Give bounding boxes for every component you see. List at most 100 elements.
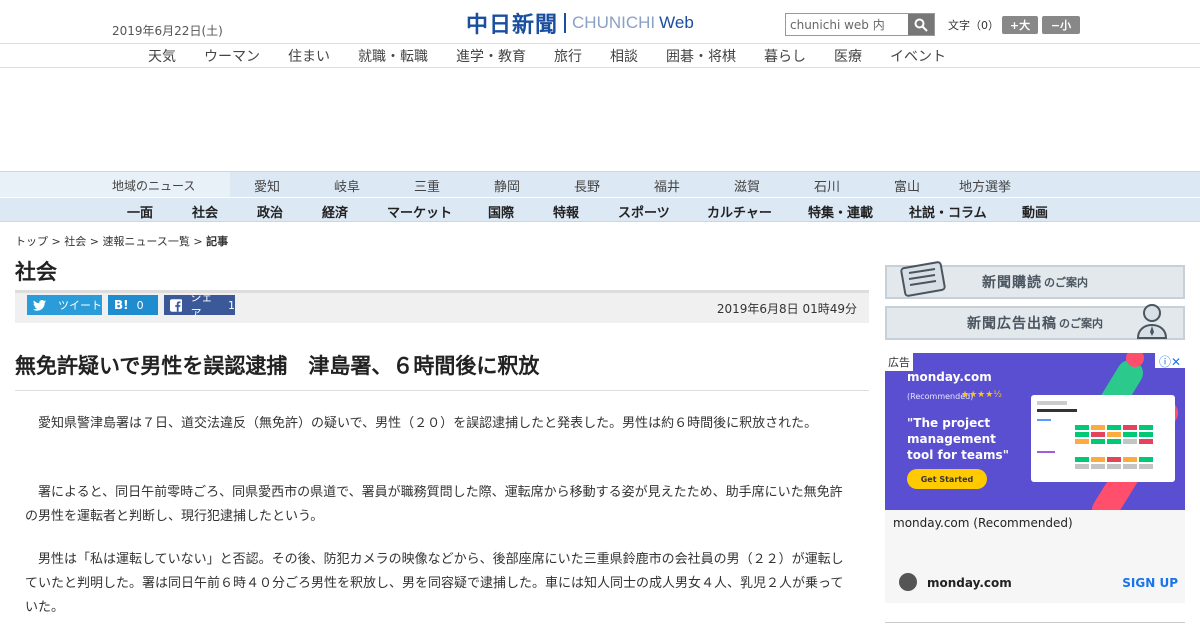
region-item-ishikawa[interactable]: 石川 <box>814 176 840 195</box>
category-item-front[interactable]: 一面 <box>127 202 153 221</box>
headline-divider <box>15 390 869 391</box>
topnav-item-living[interactable]: 暮らし <box>764 46 806 66</box>
region-label: 地域のニュース <box>112 179 196 193</box>
person-icon <box>1136 304 1168 339</box>
logo-separator <box>564 13 567 33</box>
font-size-label: 文字（0） <box>948 19 999 32</box>
region-item-shiga[interactable]: 滋賀 <box>734 176 760 195</box>
breadcrumb-item-society[interactable]: 社会 <box>64 235 86 248</box>
region-item-gifu[interactable]: 岐阜 <box>334 176 360 195</box>
category-item-tokuho[interactable]: 特報 <box>553 202 579 221</box>
article-paragraph: 男性は「私は運転していない」と否認。その後、防犯カメラの映像などから、後部座席に… <box>25 552 844 615</box>
logo-web-text: Web <box>659 13 694 32</box>
logo-jp-text: 中日新聞 <box>466 12 559 38</box>
top-nav: 天気 ウーマン 住まい 就職・転職 進学・教育 旅行 相談 囲碁・将棋 暮らし … <box>0 43 1200 68</box>
category-item-features[interactable]: 特集・連載 <box>808 202 873 221</box>
advertising-banner-subtitle: のご案内 <box>1059 317 1103 330</box>
font-larger-button[interactable]: +大 <box>1002 16 1038 34</box>
topnav-item-education[interactable]: 進学・教育 <box>456 46 526 66</box>
published-date: 2019年6月8日 01時49分 <box>716 302 857 316</box>
advertising-banner-title: 新聞広告出稿 <box>967 316 1057 332</box>
logo-en-text: CHUNICHI <box>572 13 656 32</box>
ad-get-started-button[interactable]: Get Started <box>907 469 987 489</box>
region-nav: 地域のニュース 愛知 岐阜 三重 静岡 長野 福井 滋賀 石川 富山 地方選挙 <box>0 171 1200 198</box>
region-label-box: 地域のニュース <box>0 172 230 197</box>
hatena-icon: B! <box>114 298 129 312</box>
subscription-banner[interactable]: 新聞購読 のご案内 <box>885 261 1185 299</box>
category-item-culture[interactable]: カルチャー <box>707 202 772 221</box>
hatena-count: 0 <box>136 298 144 312</box>
category-item-video[interactable]: 動画 <box>1022 202 1048 221</box>
site-logo[interactable]: 中日新聞 CHUNICHI Web <box>466 10 694 38</box>
board-table-illustration <box>1037 401 1153 469</box>
subscription-banner-title: 新聞購読 <box>982 275 1042 291</box>
ad-domain[interactable]: monday.com <box>927 576 1012 590</box>
category-item-market[interactable]: マーケット <box>387 202 452 221</box>
sidebar-divider <box>885 622 1185 623</box>
topnav-item-go-shogi[interactable]: 囲碁・将棋 <box>666 46 736 66</box>
category-item-economy[interactable]: 経済 <box>322 202 348 221</box>
breadcrumb-current: 記事 <box>206 235 229 248</box>
article-paragraph: 愛知県警津島署は７日、道交法違反（無免許）の疑いで、男性（２０）を誤認逮捕したと… <box>38 416 818 431</box>
current-date: 2019年6月22日(土) <box>112 24 223 38</box>
sponsored-ad[interactable]: monday.com (Recommended) ★★★★½ "The proj… <box>885 353 1185 603</box>
ad-signup-button[interactable]: SIGN UP <box>1122 576 1178 590</box>
breadcrumb-item-news-list[interactable]: 速報ニュース一覧 <box>102 235 189 248</box>
topnav-item-housing[interactable]: 住まい <box>288 46 330 66</box>
advertising-banner[interactable]: 新聞広告出稿 のご案内 <box>885 304 1185 340</box>
hatena-bookmark-button[interactable]: B! 0 <box>108 295 158 315</box>
region-item-fukui[interactable]: 福井 <box>654 176 680 195</box>
search-input[interactable] <box>786 14 908 35</box>
ad-caption[interactable]: monday.com (Recommended) <box>893 516 1073 530</box>
article-paragraph: 署によると、同日午前零時ごろ、同県愛西市の県道で、署員が職務質問した際、運転席か… <box>25 485 843 524</box>
category-item-sports[interactable]: スポーツ <box>618 202 670 221</box>
subscription-banner-subtitle: のご案内 <box>1044 276 1088 289</box>
facebook-share-label: シェア <box>190 291 213 320</box>
category-item-society[interactable]: 社会 <box>192 202 218 221</box>
article-headline: 無免許疑いで男性を誤認逮捕 津島署、６時間後に釈放 <box>15 354 540 378</box>
breadcrumb: トップ > 社会 > 速報ニュース一覧 > 記事 <box>15 233 228 249</box>
topnav-item-travel[interactable]: 旅行 <box>554 46 582 66</box>
breadcrumb-separator: > <box>86 235 103 248</box>
category-nav: 一面 社会 政治 経済 マーケット 国際 特報 スポーツ カルチャー 特集・連載… <box>0 197 1200 222</box>
category-item-international[interactable]: 国際 <box>488 202 514 221</box>
share-bar: ツイート B! 0 シェア 1 2019年6月8日 01時49分 <box>15 290 869 323</box>
search-icon <box>914 18 928 32</box>
topnav-item-woman[interactable]: ウーマン <box>204 46 260 66</box>
region-item-shizuoka[interactable]: 静岡 <box>494 176 520 195</box>
facebook-share-button[interactable]: シェア 1 <box>164 291 235 320</box>
tweet-button[interactable]: ツイート <box>27 295 102 315</box>
facebook-share-count: 1 <box>228 298 235 312</box>
category-item-politics[interactable]: 政治 <box>257 202 283 221</box>
topnav-item-weather[interactable]: 天気 <box>148 46 176 66</box>
ad-badge: 広告 <box>885 353 913 371</box>
ad-visual: monday.com (Recommended) ★★★★½ "The proj… <box>885 353 1185 510</box>
tweet-label: ツイート <box>58 299 102 312</box>
topnav-item-jobs[interactable]: 就職・転職 <box>358 46 428 66</box>
region-item-mie[interactable]: 三重 <box>414 176 440 195</box>
search-button[interactable] <box>908 14 934 35</box>
breadcrumb-separator: > <box>48 235 65 248</box>
globe-icon <box>899 573 917 591</box>
ad-brand-logo: monday.com <box>907 370 992 384</box>
section-title: 社会 <box>15 260 57 284</box>
twitter-icon <box>33 299 46 311</box>
breadcrumb-separator: > <box>189 235 207 248</box>
topnav-item-medical[interactable]: 医療 <box>834 46 862 66</box>
region-item-toyama[interactable]: 富山 <box>894 176 920 195</box>
ad-rating-stars: ★★★★½ <box>961 390 1002 400</box>
facebook-icon <box>170 298 183 312</box>
site-search <box>785 13 935 36</box>
top-ad-space <box>0 68 1200 171</box>
category-item-editorials[interactable]: 社説・コラム <box>909 202 987 221</box>
ad-tagline: "The project management tool for teams" <box>907 416 1009 462</box>
newspaper-icon <box>900 261 946 297</box>
region-item-aichi[interactable]: 愛知 <box>254 176 280 195</box>
font-smaller-button[interactable]: −小 <box>1042 16 1080 34</box>
ad-choices-icon[interactable]: ⓘ✕ <box>1155 353 1185 369</box>
topnav-item-consult[interactable]: 相談 <box>610 46 638 66</box>
breadcrumb-item-top[interactable]: トップ <box>15 235 48 248</box>
region-item-local-elections[interactable]: 地方選挙 <box>959 176 1011 195</box>
region-item-nagano[interactable]: 長野 <box>574 176 600 195</box>
topnav-item-events[interactable]: イベント <box>890 46 946 66</box>
